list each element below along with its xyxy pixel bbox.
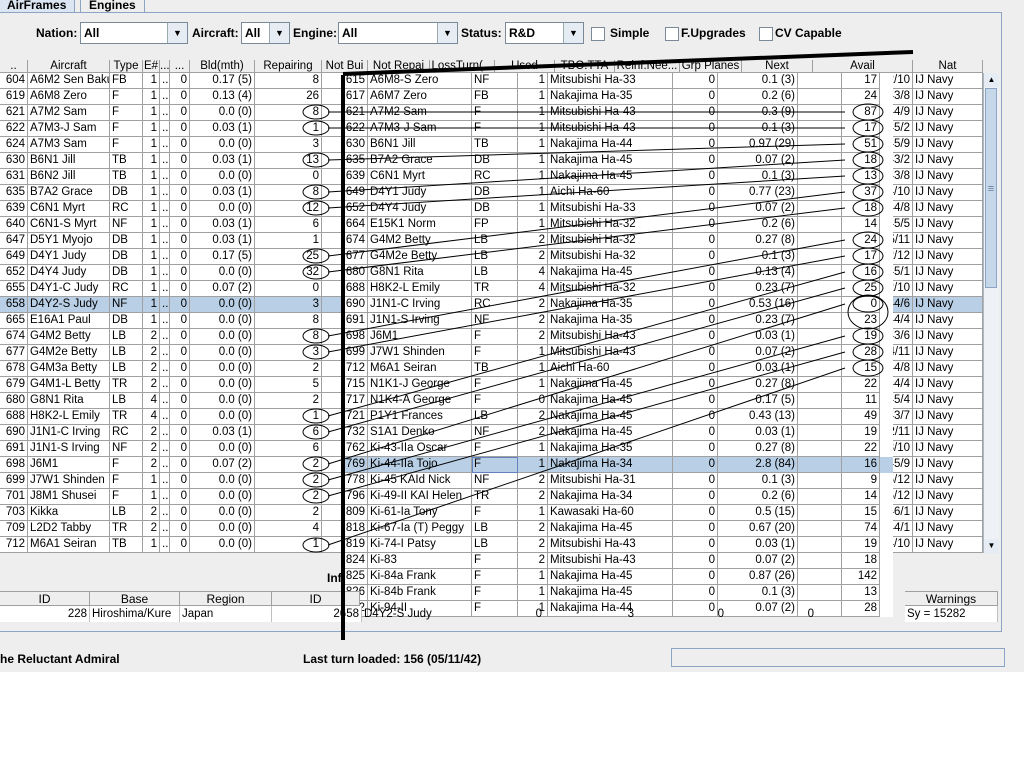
annotation-circle xyxy=(302,344,330,360)
annotation-circle xyxy=(302,200,330,216)
annotation-circle xyxy=(852,119,884,137)
annotation-circle xyxy=(852,343,884,361)
annotation-circle xyxy=(302,328,330,344)
annotation-circle xyxy=(852,295,884,313)
annotation-line xyxy=(327,351,846,497)
annotation-circle xyxy=(302,184,330,200)
annotation-line xyxy=(327,143,846,161)
annotation-line xyxy=(327,335,846,481)
annotation-circle xyxy=(852,279,884,297)
annotation-circle xyxy=(852,359,884,377)
annotation-line xyxy=(327,239,846,337)
annotation-line xyxy=(327,207,846,273)
annotation-circle xyxy=(302,104,330,120)
annotation-line xyxy=(327,303,846,465)
annotation-circle xyxy=(852,183,884,201)
annotation-circle xyxy=(302,472,330,488)
annotation-circle xyxy=(302,537,330,553)
app-window: AirFrames Engines Nation: All ▼ Aircraft:… xyxy=(0,0,1024,672)
annotation-circle xyxy=(852,167,884,185)
annotation-line xyxy=(327,255,846,353)
annotation-circle xyxy=(302,488,330,504)
annotation-circle xyxy=(302,424,330,440)
annotation-circle xyxy=(852,151,884,169)
annotation-circle xyxy=(852,135,884,153)
annotation-circle xyxy=(852,103,884,121)
annotation-line xyxy=(327,175,846,209)
annotation-thick-line xyxy=(342,50,914,76)
annotation-circle xyxy=(302,248,330,264)
annotation-circle xyxy=(302,120,330,136)
hand-drawn-annotations xyxy=(302,50,914,640)
annotation-circle xyxy=(302,152,330,168)
annotation-line xyxy=(327,159,846,193)
annotation-circle xyxy=(302,456,330,472)
annotation-circle xyxy=(302,264,330,280)
annotation-circle xyxy=(852,199,884,217)
annotation-circle xyxy=(852,263,884,281)
annotation-circle xyxy=(302,408,330,424)
annotation-line xyxy=(327,191,846,257)
annotation-circle xyxy=(852,231,884,249)
annotation-circle xyxy=(852,327,884,345)
annotation-circle xyxy=(852,247,884,265)
annotation-line xyxy=(327,287,846,433)
